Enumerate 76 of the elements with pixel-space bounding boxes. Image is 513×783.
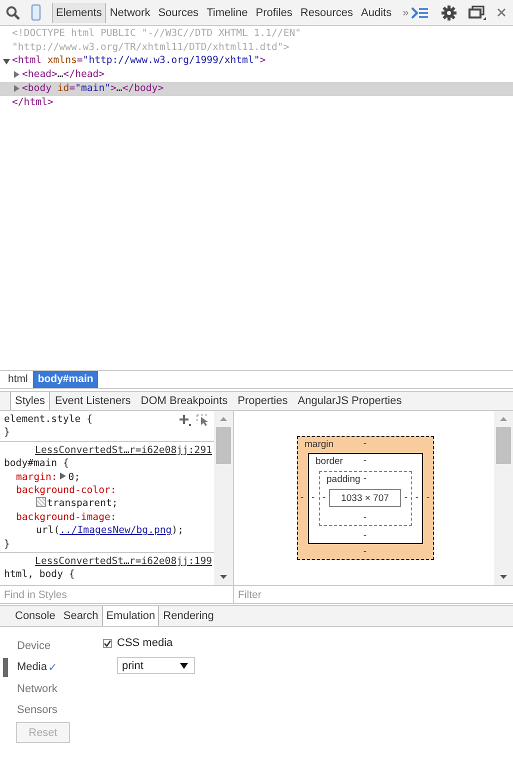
emulation-section[interactable]: Network — [8, 682, 58, 695]
css-declaration[interactable]: background-image: url(../ImagesNew/bg.png); — [4, 510, 214, 538]
metric-value[interactable]: - — [423, 491, 432, 505]
metric-value[interactable]: - — [401, 491, 410, 505]
border-label: border — [316, 456, 343, 468]
media-type-select[interactable]: print — [117, 657, 195, 674]
panel-tab[interactable]: Resources — [296, 2, 357, 22]
css-selector: html, body { — [4, 568, 76, 582]
metric-value[interactable]: - — [298, 491, 307, 505]
search-icon[interactable] — [5, 4, 21, 20]
metric-value[interactable]: - — [360, 472, 370, 486]
panel-tab[interactable]: Audits — [357, 2, 396, 22]
emulation-section[interactable]: Device — [8, 640, 51, 652]
close-icon[interactable] — [497, 8, 506, 17]
drawer-tab[interactable]: Emulation — [102, 606, 160, 626]
console-drawer-icon[interactable] — [411, 6, 429, 20]
metric-value[interactable]: - — [308, 491, 318, 505]
expanded-triangle-icon[interactable] — [3, 58, 10, 65]
sidebar-tab[interactable]: Properties — [232, 392, 293, 410]
drawer-tab[interactable]: Search — [59, 606, 102, 626]
drawer-tab[interactable]: Rendering — [159, 606, 218, 626]
more-tabs-button[interactable]: » — [402, 6, 409, 18]
margin-label: margin — [304, 439, 334, 451]
scrollbar-thumb[interactable] — [216, 427, 231, 464]
sidebar-tab[interactable]: AngularJS Properties — [292, 392, 407, 410]
scrollbar[interactable] — [494, 411, 513, 585]
dom-node[interactable]: <head>…</head> — [22, 68, 105, 82]
stylesheet-link[interactable]: LessConvertedSt…r=i62e08jj:199 — [4, 555, 214, 568]
collapsed-triangle-icon[interactable] — [13, 85, 20, 92]
drawer-tab[interactable]: Console — [11, 606, 60, 626]
panel-tab[interactable]: Elements — [52, 2, 106, 22]
metric-value[interactable]: - — [320, 491, 329, 505]
checkmark: ✓ — [48, 660, 57, 674]
metric-value[interactable]: - — [360, 528, 370, 542]
panel-tab[interactable]: Network — [106, 2, 154, 22]
panel-tab[interactable]: Profiles — [252, 2, 296, 22]
sidebar-tab[interactable]: DOM Breakpoints — [136, 392, 233, 410]
element-state-icon[interactable] — [196, 414, 210, 426]
padding-label: padding — [326, 474, 360, 486]
css-brace: } — [4, 538, 11, 552]
dropdown-arrow-icon — [180, 662, 188, 668]
stylesheet-link[interactable]: LessConvertedSt…r=i62e08jj:291 — [4, 444, 214, 458]
sidebar-tab[interactable]: Styles — [10, 392, 50, 410]
panel-tab[interactable]: Timeline — [202, 2, 252, 22]
css-selector: element.style { — [4, 413, 94, 426]
breadcrumb-item[interactable]: body#main — [32, 371, 98, 388]
metric-value[interactable]: - — [360, 437, 370, 451]
mobile-device-icon[interactable] — [30, 4, 42, 22]
breadcrumb-item[interactable]: html — [3, 371, 33, 388]
metric-value[interactable]: - — [360, 510, 370, 524]
collapsed-triangle-icon[interactable] — [13, 71, 20, 78]
metric-value[interactable]: - — [360, 545, 370, 559]
metric-value[interactable]: - — [412, 491, 422, 505]
dom-node[interactable]: </html> — [12, 96, 54, 110]
scrollbar-thumb[interactable] — [496, 427, 511, 464]
dock-icon[interactable] — [468, 4, 486, 20]
css-declaration[interactable]: background-color: transparent; — [4, 484, 214, 511]
emulation-section[interactable]: Sensors — [8, 704, 58, 716]
metric-value[interactable]: - — [360, 454, 370, 468]
checkbox[interactable] — [103, 638, 112, 648]
url-link[interactable]: ../ImagesNew/bg.png — [60, 525, 172, 536]
filter-field[interactable]: Filter — [234, 586, 513, 603]
find-in-styles-field[interactable]: Find in Styles — [0, 586, 234, 603]
scrollbar[interactable] — [214, 411, 233, 585]
panel-tab[interactable]: Sources — [154, 2, 203, 22]
css-declaration[interactable]: margin: 0; — [4, 470, 214, 484]
expand-triangle-icon[interactable] — [59, 472, 68, 480]
css-brace: } — [4, 426, 11, 440]
emulation-section[interactable]: Media — [8, 661, 47, 674]
sidebar-tab[interactable]: Event Listeners — [50, 392, 136, 410]
css-selector: body#main { — [4, 457, 70, 471]
content-size: 1033 × 707 — [329, 489, 401, 507]
add-rule-icon[interactable] — [179, 414, 191, 426]
dom-node[interactable]: <html xmlns="http://www.w3.org/1999/xhtml"> — [12, 54, 266, 68]
checkbox-label: CSS media — [117, 637, 173, 649]
settings-icon[interactable] — [441, 4, 457, 20]
